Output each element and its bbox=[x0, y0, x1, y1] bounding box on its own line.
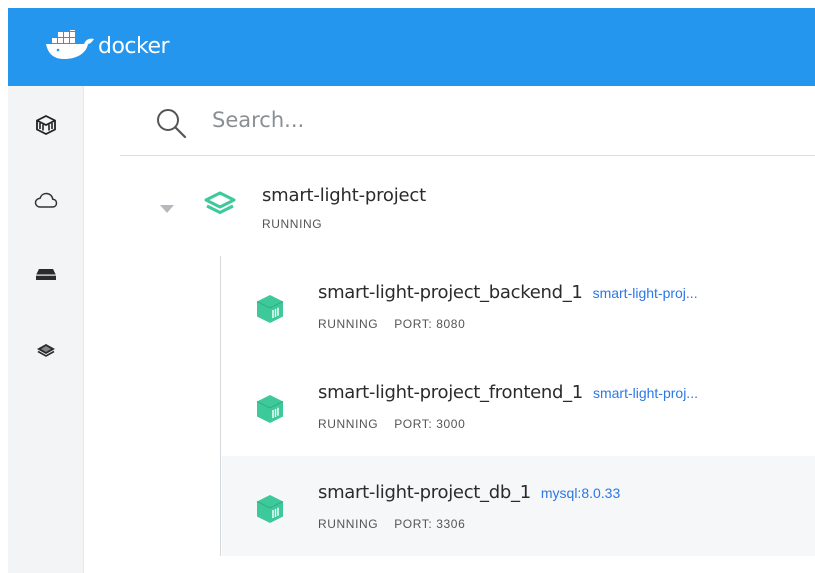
container-name: smart-light-project_backend_1 smart-light… bbox=[318, 282, 698, 303]
cloud-icon bbox=[34, 192, 58, 208]
container-row[interactable]: smart-light-project_frontend_1 smart-ligh… bbox=[222, 356, 815, 456]
container-meta: RUNNING PORT: 3000 bbox=[318, 417, 465, 431]
container-name: smart-light-project_db_1 mysql:8.0.33 bbox=[318, 482, 620, 503]
top-bar: docker bbox=[8, 8, 815, 86]
container-name-text: smart-light-project_db_1 bbox=[318, 482, 531, 503]
container-row[interactable]: smart-light-project_backend_1 smart-light… bbox=[222, 256, 815, 356]
search-icon[interactable] bbox=[154, 106, 188, 140]
logo-text: docker bbox=[98, 33, 170, 59]
sidebar-item-dev-environments[interactable] bbox=[26, 180, 66, 220]
docker-whale-icon bbox=[46, 30, 94, 59]
container-row[interactable]: smart-light-project_db_1 mysql:8.0.33 RUN… bbox=[222, 456, 815, 556]
container-image-link[interactable]: smart-light-proj... bbox=[593, 285, 698, 301]
sidebar-item-containers[interactable] bbox=[26, 105, 66, 145]
project-status: RUNNING bbox=[262, 217, 323, 231]
project-row[interactable]: smart-light-project RUNNING bbox=[120, 157, 815, 242]
container-status: RUNNING bbox=[318, 517, 379, 531]
container-status: RUNNING bbox=[318, 417, 379, 431]
layers-icon bbox=[37, 344, 55, 357]
sidebar-item-images[interactable] bbox=[26, 330, 66, 370]
container-image-link[interactable]: mysql:8.0.33 bbox=[541, 485, 620, 501]
container-icon bbox=[256, 295, 284, 323]
chevron-down-icon[interactable] bbox=[160, 205, 174, 214]
container-meta: RUNNING PORT: 8080 bbox=[318, 317, 465, 331]
container-port: PORT: 8080 bbox=[394, 317, 466, 331]
container-icon bbox=[256, 395, 284, 423]
sidebar bbox=[8, 86, 84, 573]
container-icon bbox=[256, 495, 284, 523]
container-image-link[interactable]: smart-light-proj... bbox=[593, 385, 698, 401]
docker-logo[interactable]: docker bbox=[44, 30, 170, 60]
container-name-text: smart-light-project_frontend_1 bbox=[318, 382, 583, 403]
sidebar-item-volumes[interactable] bbox=[26, 254, 66, 294]
stack-layers-icon bbox=[204, 191, 236, 214]
tree-line bbox=[220, 256, 221, 556]
container-name-text: smart-light-project_backend_1 bbox=[318, 282, 583, 303]
container-name: smart-light-project_frontend_1 smart-ligh… bbox=[318, 382, 698, 403]
project-name: smart-light-project bbox=[262, 185, 426, 206]
search-bar bbox=[120, 86, 815, 156]
search-input[interactable] bbox=[212, 104, 772, 136]
container-port: PORT: 3306 bbox=[394, 517, 466, 531]
container-port: PORT: 3000 bbox=[394, 417, 466, 431]
container-box-icon bbox=[36, 114, 56, 136]
container-meta: RUNNING PORT: 3306 bbox=[318, 517, 465, 531]
container-status: RUNNING bbox=[318, 317, 379, 331]
disk-icon bbox=[36, 269, 56, 280]
